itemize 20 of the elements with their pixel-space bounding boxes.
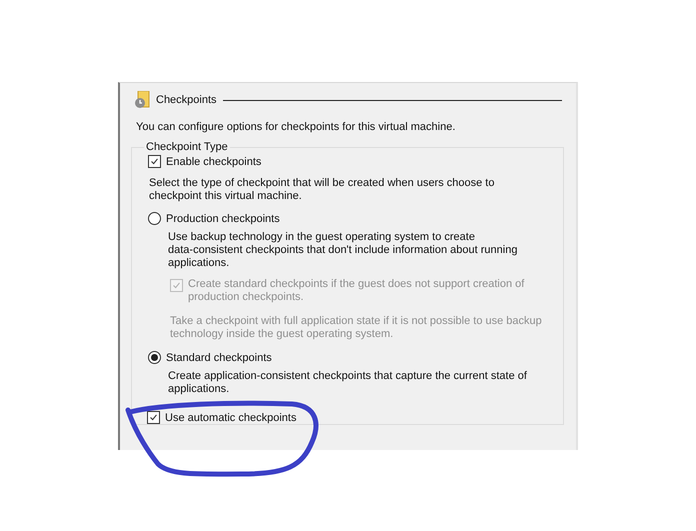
radio-label: Production checkpoints xyxy=(166,212,280,224)
checkbox-label: Use automatic checkpoints xyxy=(165,412,296,424)
group-legend: Checkpoint Type xyxy=(144,141,230,153)
section-description: You can configure options for checkpoints for this virtual machine. xyxy=(136,121,456,133)
checkmark-icon xyxy=(149,156,160,167)
intro-text: Select the type of checkpoint that will be created when users choose to checkpoint this virtual machine. xyxy=(149,177,496,203)
checkbox[interactable] xyxy=(147,411,160,424)
checkpoint-icon xyxy=(134,91,150,109)
radio-button[interactable] xyxy=(148,212,161,225)
checkbox-label: Enable checkpoints xyxy=(166,156,262,168)
checkmark-icon xyxy=(171,280,182,291)
section-title: Checkpoints xyxy=(156,94,217,106)
option-note: Take a checkpoint with full application state if it is not possible to use backup technology inside the guest operating system. xyxy=(170,315,543,341)
checkmark-icon xyxy=(148,412,159,423)
checkbox-label: Create standard checkpoints if the guest does not support creation of production checkpoints. xyxy=(188,278,524,304)
option-description: Use backup technology in the guest operating system to create data-consistent checkpoints that don't include information about running applications. xyxy=(168,231,518,270)
radio-button[interactable] xyxy=(148,351,161,364)
checkbox[interactable] xyxy=(148,155,161,168)
option-description: Create application-consistent checkpoints that capture the current state of applications. xyxy=(168,370,528,396)
radio-label: Standard checkpoints xyxy=(166,352,272,364)
